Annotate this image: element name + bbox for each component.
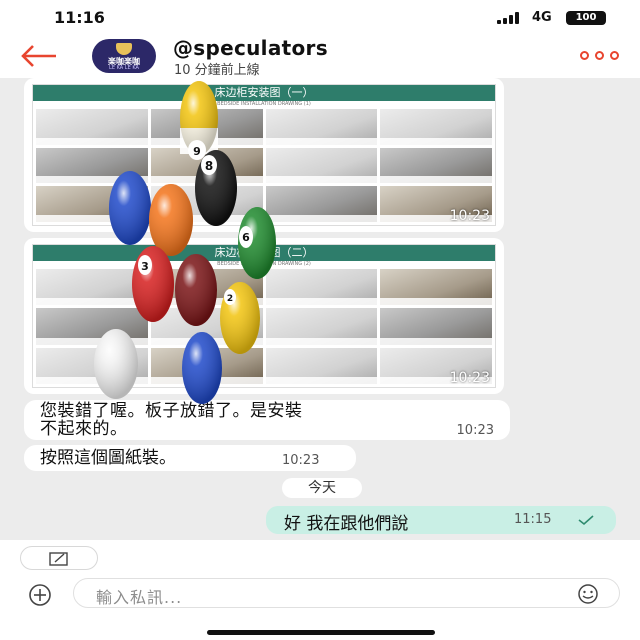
message-text: 好 我在跟他們說 xyxy=(284,514,409,534)
image-message-1[interactable]: 床边柜安装图（一） BEDSIDE INSTALLATION DRAWING (… xyxy=(24,78,504,232)
drawing-title: 床边柜安装图（二） xyxy=(33,245,495,261)
message-time: 11:15 xyxy=(514,512,552,527)
incoming-message-1[interactable]: 您裝錯了喔。板子放錯了。是安裝 不起來的。 10:23 xyxy=(24,400,510,440)
incoming-message-2[interactable]: 按照這個圖紙裝。 10:23 xyxy=(24,445,356,471)
contact-name[interactable]: @speculators xyxy=(173,36,328,60)
compose-bar: 輸入私訊... xyxy=(0,540,640,640)
installation-drawing-1: 床边柜安装图（一） BEDSIDE INSTALLATION DRAWING (… xyxy=(32,84,496,226)
avatar[interactable]: 楽咖楽咖 LE KA LE KA xyxy=(92,39,156,73)
plus-icon[interactable] xyxy=(20,582,60,608)
message-time: 10:23 xyxy=(456,423,494,438)
contact-status: 10 分鐘前上線 xyxy=(174,63,260,78)
battery-icon: 100 xyxy=(566,11,606,25)
message-text: 按照這個圖紙裝。 xyxy=(40,448,176,468)
network-label: 4G xyxy=(532,10,552,25)
chat-thread[interactable]: 床边柜安装图（一） BEDSIDE INSTALLATION DRAWING (… xyxy=(0,78,640,540)
message-input-placeholder: 輸入私訊... xyxy=(96,588,183,607)
image-message-2[interactable]: 床边柜安装图（二） BEDSIDE INSTALLATION DRAWING (… xyxy=(24,238,504,394)
message-time: 10:23 xyxy=(449,370,490,386)
date-divider: 今天 xyxy=(282,478,362,498)
read-check-icon xyxy=(578,515,594,526)
signal-icon xyxy=(497,12,525,24)
home-indicator xyxy=(207,630,435,635)
edit-button[interactable] xyxy=(20,546,98,570)
status-time: 11:16 xyxy=(54,8,105,27)
status-bar: 11:16 4G 100 xyxy=(0,0,640,34)
back-arrow-icon[interactable] xyxy=(20,43,60,69)
message-text-line-2: 不起來的。 xyxy=(40,419,128,439)
outgoing-message[interactable]: 好 我在跟他們說 11:15 xyxy=(266,506,616,534)
drawing-subtitle: BEDSIDE INSTALLATION DRAWING (2) xyxy=(217,261,311,267)
drawing-subtitle: BEDSIDE INSTALLATION DRAWING (1) xyxy=(217,101,311,107)
chat-header: 楽咖楽咖 LE KA LE KA @speculators 10 分鐘前上線 xyxy=(0,34,640,78)
message-time: 10:23 xyxy=(282,453,320,468)
message-time: 10:23 xyxy=(449,208,490,224)
more-icon[interactable] xyxy=(580,51,622,61)
message-input[interactable]: 輸入私訊... xyxy=(73,578,620,608)
emoji-icon[interactable] xyxy=(568,584,608,604)
avatar-subtext: LE KA LE KA xyxy=(109,65,139,71)
drawing-title: 床边柜安装图（一） xyxy=(33,85,495,101)
installation-drawing-2: 床边柜安装图（二） BEDSIDE INSTALLATION DRAWING (… xyxy=(32,244,496,388)
edit-icon xyxy=(49,552,68,566)
